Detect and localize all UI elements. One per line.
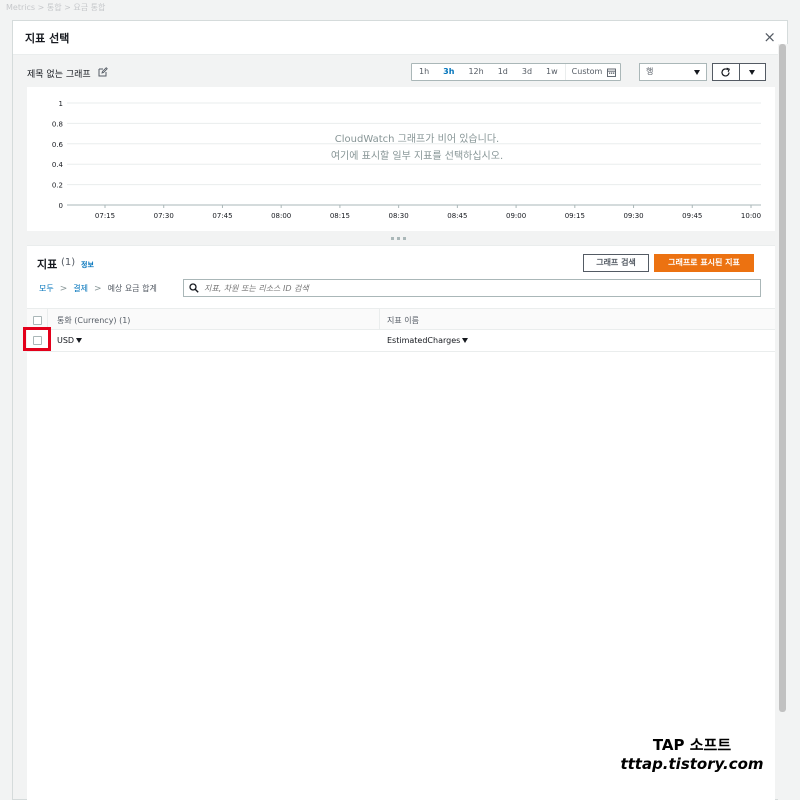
- metric-name-value: EstimatedCharges: [387, 336, 461, 345]
- search-icon: [189, 283, 199, 293]
- select-metrics-modal: 지표 선택 × 제목 없는 그래프 1h 3h 12h 1d 3d 1w Cus…: [12, 20, 788, 800]
- x-tick-label: 07:30: [154, 212, 174, 220]
- empty-graph-message: CloudWatch 그래프가 비어 있습니다. 여기에 표시할 일부 지표를 …: [267, 131, 567, 165]
- range-1w[interactable]: 1w: [539, 64, 565, 80]
- range-1d[interactable]: 1d: [491, 64, 515, 80]
- y-tick-label: 0.2: [52, 182, 63, 190]
- graph-title[interactable]: 제목 없는 그래프: [27, 67, 91, 80]
- highlight-box: [23, 327, 51, 351]
- x-tick-label: 07:45: [212, 212, 232, 220]
- x-tick-label: 08:00: [271, 212, 291, 220]
- metrics-title: 지표: [37, 258, 58, 271]
- refresh-control: [712, 63, 766, 81]
- refresh-options-button[interactable]: [738, 64, 765, 80]
- range-3d[interactable]: 3d: [515, 64, 539, 80]
- graph-panel: 1 0.8 0.6 0.4 0.2 0 07:15 07:30 07:45 08:00 08:15 0…: [27, 87, 775, 231]
- breadcrumb-billing[interactable]: 결제: [73, 283, 88, 294]
- select-all-checkbox[interactable]: [33, 316, 42, 325]
- column-header-metric-name[interactable]: 지표 이름: [387, 315, 419, 326]
- y-tick-label: 0.8: [52, 120, 63, 128]
- view-type-select[interactable]: 행: [639, 63, 707, 81]
- range-custom[interactable]: Custom: [564, 64, 621, 80]
- custom-label: Custom: [571, 67, 603, 76]
- x-tick-label: 09:00: [506, 212, 526, 220]
- watermark: TAP 소프트 tttap.tistory.com: [612, 734, 772, 773]
- modal-title: 지표 선택: [25, 32, 70, 45]
- watermark-title: TAP 소프트: [652, 736, 732, 754]
- empty-message-line1: CloudWatch 그래프가 비어 있습니다.: [334, 134, 500, 145]
- x-tick-label: 09:30: [623, 212, 643, 220]
- refresh-button[interactable]: [713, 64, 739, 80]
- modal-header: 지표 선택 ×: [13, 21, 787, 55]
- x-tick-label: 08:30: [389, 212, 409, 220]
- scrollbar-thumb[interactable]: [779, 44, 786, 712]
- time-range-selector: 1h 3h 12h 1d 3d 1w Custom: [411, 63, 622, 81]
- y-tick-label: 0.6: [52, 141, 64, 149]
- caret-down-icon: [76, 338, 83, 343]
- column-divider: [379, 309, 380, 329]
- metrics-count: (1): [61, 257, 76, 268]
- info-link[interactable]: 정보: [81, 260, 94, 270]
- y-tick-label: 1: [59, 100, 63, 108]
- cell-metric-name[interactable]: EstimatedCharges: [387, 336, 469, 345]
- cell-currency[interactable]: USD: [57, 336, 83, 345]
- view-type-value: 행: [646, 67, 654, 76]
- caret-down-icon: [749, 69, 756, 75]
- y-tick-label: 0: [59, 202, 63, 210]
- breadcrumb: 모두 > 결제 > 예상 요금 합계: [39, 283, 157, 294]
- chevron-right-icon: >: [59, 283, 68, 294]
- graphed-metrics-button[interactable]: 그래프로 표시된 지표: [654, 254, 754, 272]
- column-header-currency[interactable]: 통화 (Currency) (1): [57, 315, 130, 326]
- range-3h[interactable]: 3h: [436, 64, 461, 80]
- column-divider: [47, 309, 48, 329]
- currency-value: USD: [57, 336, 75, 345]
- metrics-browser-panel: 지표 (1) 정보 그래프 검색 그래프로 표시된 지표 모두 > 결제 > 예…: [23, 245, 775, 800]
- y-tick-label: 0.4: [52, 161, 64, 169]
- calendar-icon: [607, 68, 617, 77]
- background-breadcrumb: Metrics > 통합 > 요금 통합: [6, 3, 106, 12]
- table-row: USD EstimatedCharges: [23, 327, 775, 352]
- watermark-url: tttap.tistory.com: [620, 755, 764, 773]
- close-icon[interactable]: ×: [763, 28, 776, 46]
- x-tick-label: 07:15: [95, 212, 115, 220]
- empty-message-line2: 여기에 표시할 일부 지표를 선택하십시오.: [330, 151, 504, 162]
- x-tick-label: 08:15: [330, 212, 350, 220]
- range-12h[interactable]: 12h: [461, 64, 490, 80]
- metrics-table-header: 통화 (Currency) (1) 지표 이름: [27, 308, 775, 330]
- x-tick-label: 09:15: [565, 212, 585, 220]
- chevron-right-icon: >: [94, 283, 102, 294]
- edit-icon[interactable]: [98, 67, 108, 77]
- range-1h[interactable]: 1h: [412, 64, 436, 80]
- caret-down-icon: [462, 338, 469, 343]
- x-tick-label: 09:45: [682, 212, 702, 220]
- x-tick-label: 08:45: [447, 212, 467, 220]
- caret-down-icon: [694, 70, 700, 75]
- metrics-search-input[interactable]: [183, 279, 761, 297]
- breadcrumb-current: 예상 요금 합계: [107, 284, 157, 293]
- graph-search-button[interactable]: 그래프 검색: [583, 254, 649, 272]
- x-tick-label: 10:00: [741, 212, 761, 220]
- resize-handle-icon[interactable]: [391, 237, 407, 240]
- breadcrumb-all[interactable]: 모두: [39, 283, 54, 294]
- refresh-icon: [721, 67, 731, 77]
